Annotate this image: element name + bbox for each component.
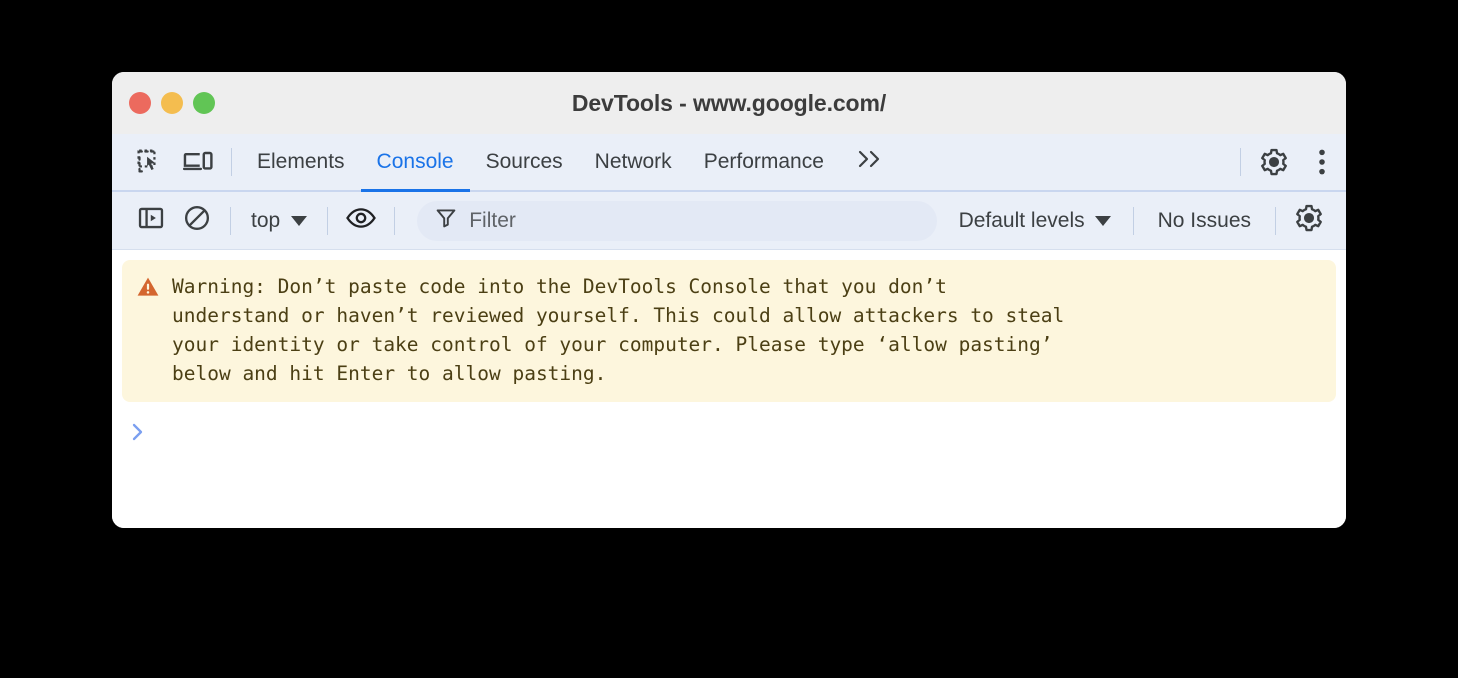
toolbar-divider-5: [1275, 206, 1276, 235]
console-filter-input[interactable]: Filter: [417, 200, 937, 241]
clear-console-button[interactable]: [174, 198, 220, 244]
tab-elements[interactable]: Elements: [241, 134, 361, 190]
console-prompt-row[interactable]: [122, 402, 1336, 452]
gear-icon: [1294, 203, 1324, 238]
tabbar-divider: [231, 148, 232, 176]
more-tabs-button[interactable]: [840, 134, 900, 190]
filter-placeholder: Filter: [469, 208, 516, 232]
filter-funnel-icon: [435, 207, 457, 234]
warning-triangle-icon: [136, 275, 160, 304]
tab-label: Elements: [257, 150, 345, 173]
tabbar-divider-right: [1240, 148, 1241, 176]
warning-message-text: Warning: Don’t paste code into the DevTo…: [172, 275, 1065, 385]
toolbar-divider-1: [230, 206, 231, 235]
toolbar-divider-2: [327, 206, 329, 235]
console-warning-message: Warning: Don’t paste code into the DevTo…: [122, 260, 1336, 402]
tab-label: Console: [376, 150, 454, 173]
prompt-chevron-right-icon: [130, 421, 146, 448]
traffic-lights: [129, 72, 215, 134]
maximize-window-button[interactable]: [193, 92, 215, 114]
devtools-settings-button[interactable]: [1250, 134, 1298, 190]
chevron-double-right-icon: [854, 148, 886, 176]
issues-counter[interactable]: No Issues: [1144, 209, 1265, 233]
tabbar-right-group: [1231, 134, 1346, 190]
inspect-element-icon: [136, 148, 164, 176]
minimize-window-button[interactable]: [161, 92, 183, 114]
chevron-down-icon: [1094, 215, 1111, 226]
toolbar-divider-4: [1132, 206, 1134, 235]
create-live-expression-button[interactable]: [338, 198, 384, 244]
more-vertical-icon: [1317, 147, 1327, 177]
tab-performance[interactable]: Performance: [688, 134, 840, 190]
console-toolbar: top Filter Default levels No Issues: [112, 192, 1346, 250]
console-settings-button[interactable]: [1286, 198, 1332, 244]
devtools-tab-bar: Elements Console Sources Network Perform…: [112, 134, 1346, 192]
clear-console-icon: [183, 204, 211, 237]
device-toolbar-button[interactable]: [174, 134, 222, 190]
tab-label: Network: [594, 150, 672, 173]
tab-label: Performance: [703, 150, 824, 173]
tab-network[interactable]: Network: [579, 134, 688, 190]
console-sidebar-icon: [137, 204, 165, 237]
log-levels-label: Default levels: [958, 208, 1085, 232]
chevron-down-icon: [291, 215, 308, 226]
toolbar-divider-3: [394, 206, 396, 235]
title-bar: DevTools - www.google.com/: [112, 72, 1346, 134]
device-toolbar-icon: [183, 148, 213, 176]
log-levels-selector[interactable]: Default levels: [947, 209, 1123, 233]
console-prompt-input[interactable]: [156, 420, 1332, 448]
console-sidebar-toggle-button[interactable]: [128, 198, 174, 244]
tab-console[interactable]: Console: [360, 134, 470, 192]
devtools-more-options-button[interactable]: [1298, 134, 1346, 190]
inspect-element-button[interactable]: [126, 134, 174, 190]
javascript-context-selector[interactable]: top: [241, 209, 317, 233]
context-label: top: [251, 208, 281, 232]
devtools-window: DevTools - www.google.com/ Elements Cons…: [112, 72, 1346, 528]
tab-sources[interactable]: Sources: [470, 134, 579, 190]
tab-label: Sources: [485, 150, 563, 173]
close-window-button[interactable]: [129, 92, 151, 114]
gear-icon: [1259, 147, 1289, 177]
eye-icon: [345, 205, 377, 236]
window-title: DevTools - www.google.com/: [571, 89, 887, 116]
console-message-area: Warning: Don’t paste code into the DevTo…: [112, 250, 1346, 528]
